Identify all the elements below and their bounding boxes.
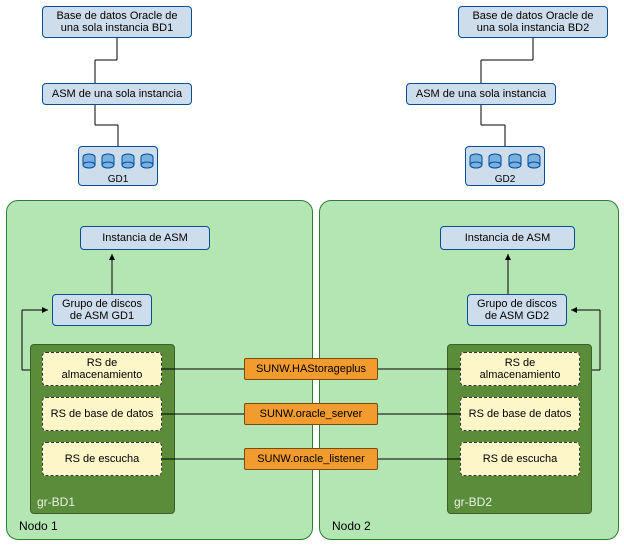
rs-listener-label-2: RS de escucha	[483, 453, 558, 465]
rs-db-1: RS de base de datos	[42, 397, 162, 431]
rs-group-label-2: gr-BD2	[454, 495, 492, 509]
db-box-left: Base de datos Oracle de una sola instanc…	[42, 6, 192, 38]
disk-icon	[101, 153, 115, 172]
disk-icon	[469, 153, 483, 172]
disk-icon	[140, 153, 154, 172]
rs-storage-label-2: RS de almacenamiento	[465, 357, 575, 381]
asm-dg-label-2: Grupo de discos de ASM GD2	[472, 298, 562, 322]
rs-storage-2: RS de almacenamiento	[460, 352, 580, 386]
rs-storage-1: RS de almacenamiento	[42, 352, 162, 386]
asm-label-left: ASM de una sola instancia	[52, 88, 182, 100]
asm-dg-1: Grupo de discos de ASM GD1	[52, 294, 152, 326]
asm-instance-1: Instancia de ASM	[80, 226, 210, 250]
dg-box-right: GD2	[465, 146, 545, 186]
disk-icon	[508, 153, 522, 172]
disk-icon	[82, 153, 96, 172]
db-box-right: Base de datos Oracle de una sola instanc…	[458, 6, 608, 38]
asm-box-left: ASM de una sola instancia	[42, 83, 192, 105]
dg-box-left: GD1	[78, 146, 158, 186]
rs-db-2: RS de base de datos	[460, 397, 580, 431]
rt-server-label: SUNW.oracle_server	[260, 408, 363, 420]
rt-server: SUNW.oracle_server	[244, 403, 378, 425]
rt-listener: SUNW.oracle_listener	[244, 448, 378, 470]
db-label-right: Base de datos Oracle de una sola instanc…	[463, 10, 603, 34]
dg-label-left: GD1	[79, 174, 157, 185]
dg-label-right: GD2	[466, 174, 544, 185]
asm-instance-2: Instancia de ASM	[440, 226, 575, 250]
rs-listener-label-1: RS de escucha	[65, 453, 140, 465]
rt-listener-label: SUNW.oracle_listener	[257, 453, 365, 465]
rs-listener-2: RS de escucha	[460, 442, 580, 476]
asm-box-right: ASM de una sola instancia	[406, 83, 556, 105]
rs-db-label-2: RS de base de datos	[469, 408, 572, 420]
asm-instance-label-1: Instancia de ASM	[102, 232, 188, 244]
rt-storage: SUNW.HAStorageplus	[244, 358, 378, 380]
asm-dg-label-1: Grupo de discos de ASM GD1	[57, 298, 147, 322]
node-label-2: Nodo 2	[332, 519, 371, 533]
asm-label-right: ASM de una sola instancia	[416, 88, 546, 100]
disk-icon	[527, 153, 541, 172]
rs-group-label-1: gr-BD1	[37, 495, 75, 509]
rt-storage-label: SUNW.HAStorageplus	[256, 363, 366, 375]
asm-dg-2: Grupo de discos de ASM GD2	[467, 294, 567, 326]
rs-listener-1: RS de escucha	[42, 442, 162, 476]
disk-icon	[121, 153, 135, 172]
rs-db-label-1: RS de base de datos	[51, 408, 154, 420]
disk-icon	[488, 153, 502, 172]
db-label-left: Base de datos Oracle de una sola instanc…	[47, 10, 187, 34]
rs-storage-label-1: RS de almacenamiento	[47, 357, 157, 381]
asm-instance-label-2: Instancia de ASM	[465, 232, 551, 244]
node-label-1: Nodo 1	[19, 519, 58, 533]
